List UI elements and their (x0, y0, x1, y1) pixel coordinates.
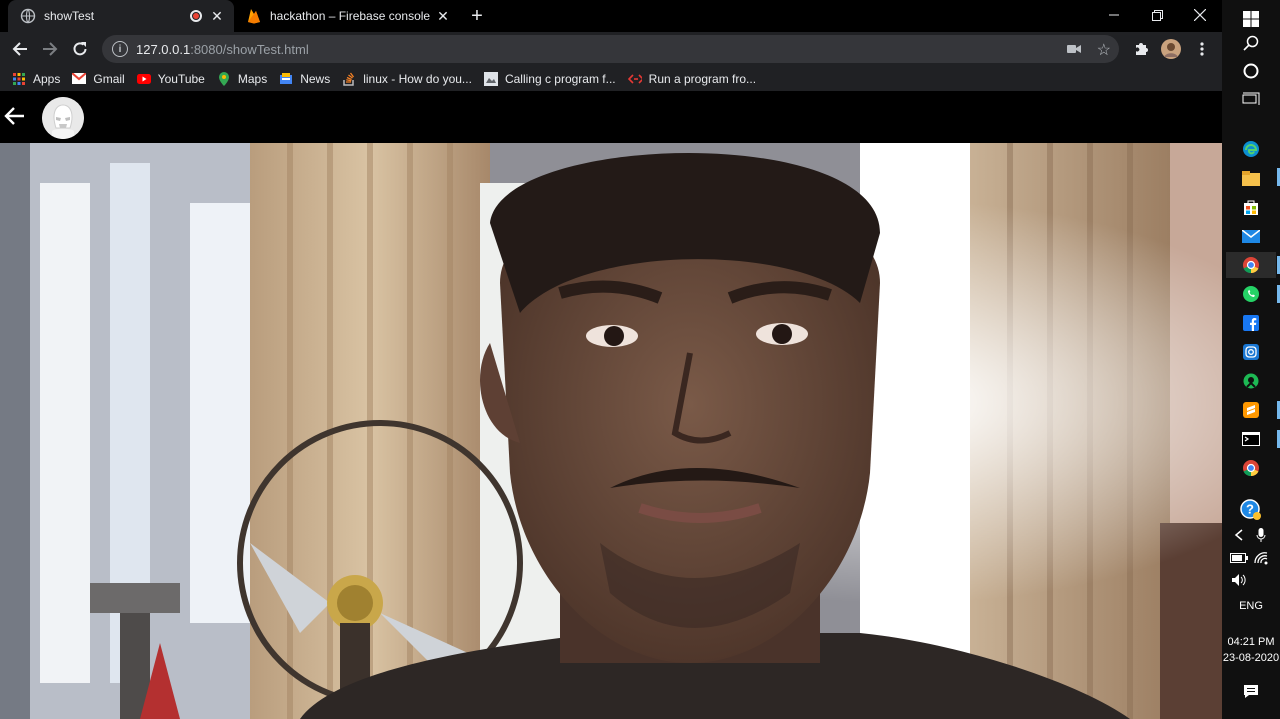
tab-firebase[interactable]: hackathon – Firebase console ✕ (234, 0, 460, 32)
instagram-icon[interactable] (1238, 339, 1264, 365)
page-header (0, 91, 1222, 143)
youtube-icon (136, 72, 151, 86)
windows-start-icon[interactable] (1238, 6, 1264, 32)
app-icon[interactable] (1238, 368, 1264, 394)
chrome-window: showTest ✕ hackathon – Firebase console … (0, 0, 1222, 719)
mail-icon[interactable] (1238, 223, 1264, 249)
address-bar[interactable]: i 127.0.0.1:8080/showTest.html ☆ (102, 35, 1119, 63)
extensions-puzzle-icon[interactable] (1129, 37, 1153, 61)
new-tab-button[interactable]: + (466, 5, 488, 27)
bookmark-label: linux - How do you... (363, 71, 472, 86)
back-button[interactable] (8, 37, 32, 61)
stackoverflow-icon (342, 72, 356, 86)
clock-date[interactable]: 23-08-2020 (1222, 652, 1280, 664)
bookmark-apps[interactable]: Apps (12, 72, 60, 86)
news-icon (279, 72, 293, 86)
bookmark-label: Apps (33, 71, 61, 86)
restore-button[interactable] (1135, 0, 1179, 30)
profile-avatar[interactable] (1159, 37, 1183, 61)
bookmark-youtube[interactable]: YouTube (136, 71, 205, 86)
cortana-icon[interactable] (1238, 58, 1264, 84)
task-view-icon[interactable] (1238, 86, 1264, 112)
stormtrooper-avatar-icon[interactable] (42, 97, 84, 139)
bookmark-label: Maps (237, 71, 268, 86)
page-icon (483, 71, 498, 86)
site-info-icon[interactable]: i (112, 41, 128, 57)
bookmark-label: Gmail (93, 71, 125, 86)
search-icon[interactable] (1238, 30, 1264, 56)
tab-strip: showTest ✕ hackathon – Firebase console … (0, 0, 1222, 32)
bookmark-label: News (300, 71, 331, 86)
bookmark-label: Calling c program f... (504, 71, 616, 86)
gmail-icon (72, 72, 87, 86)
maps-icon (217, 71, 231, 86)
firebase-icon (246, 8, 262, 24)
chrome-icon[interactable] (1238, 455, 1264, 481)
facebook-icon[interactable] (1238, 310, 1264, 336)
camera-in-use-icon[interactable] (1067, 41, 1081, 59)
svg-text:?: ? (1246, 502, 1254, 517)
screen: showTest ✕ hackathon – Firebase console … (0, 0, 1280, 719)
bookmark-calling-c[interactable]: Calling c program f... (483, 71, 616, 86)
bookmark-label: YouTube (157, 71, 205, 86)
webcam-video (0, 143, 1222, 719)
chrome-menu-icon[interactable] (1190, 37, 1214, 61)
recording-indicator-icon (190, 10, 202, 22)
help-icon[interactable]: ? (1238, 497, 1264, 523)
sublime-icon[interactable] (1238, 397, 1264, 423)
clock-time[interactable]: 04:21 PM (1222, 636, 1280, 648)
apps-grid-icon (12, 72, 26, 86)
chrome-taskbar-icon[interactable] (1226, 252, 1276, 278)
edge-icon[interactable] (1238, 136, 1264, 162)
reload-button[interactable] (68, 37, 92, 61)
tab-showtest[interactable]: showTest ✕ (8, 0, 234, 32)
language-indicator[interactable]: ENG (1222, 600, 1280, 612)
store-icon[interactable] (1238, 194, 1264, 220)
close-window-button[interactable] (1178, 0, 1222, 30)
bookmark-maps[interactable]: Maps (217, 71, 268, 86)
tab-title: hackathon – Firebase console (270, 9, 431, 23)
bookmark-gmail[interactable]: Gmail (72, 71, 125, 86)
page-content (0, 91, 1222, 719)
terminal-icon[interactable] (1238, 426, 1264, 452)
bookmark-label: Run a program fro... (648, 71, 757, 86)
forward-button[interactable] (38, 37, 62, 61)
tab-title: showTest (44, 9, 95, 23)
close-tab-icon[interactable]: ✕ (434, 7, 452, 25)
bookmark-run-program[interactable]: Run a program fro... (627, 71, 757, 86)
file-explorer-icon[interactable] (1238, 165, 1264, 191)
back-arrow-icon[interactable] (4, 105, 26, 127)
volume-icon[interactable] (1226, 567, 1252, 593)
url-path: :8080/showTest.html (190, 41, 309, 57)
bookmark-star-icon[interactable]: ☆ (1097, 40, 1111, 60)
notification-center-icon[interactable] (1238, 678, 1264, 704)
minimize-button[interactable] (1092, 0, 1136, 30)
bookmark-linux[interactable]: linux - How do you... (342, 72, 472, 86)
toolbar: i 127.0.0.1:8080/showTest.html ☆ (0, 32, 1222, 66)
url-host: 127.0.0.1 (136, 41, 191, 57)
close-tab-icon[interactable]: ✕ (208, 7, 226, 25)
windows-taskbar: ? ENG 04:21 PM 23-08-2020 (1222, 0, 1280, 719)
bookmarks-bar: Apps Gmail YouTube Maps News linux - How… (0, 66, 1222, 91)
globe-icon (20, 8, 36, 24)
code-icon (627, 72, 642, 86)
whatsapp-icon[interactable] (1238, 281, 1264, 307)
bookmark-news[interactable]: News (279, 72, 330, 86)
